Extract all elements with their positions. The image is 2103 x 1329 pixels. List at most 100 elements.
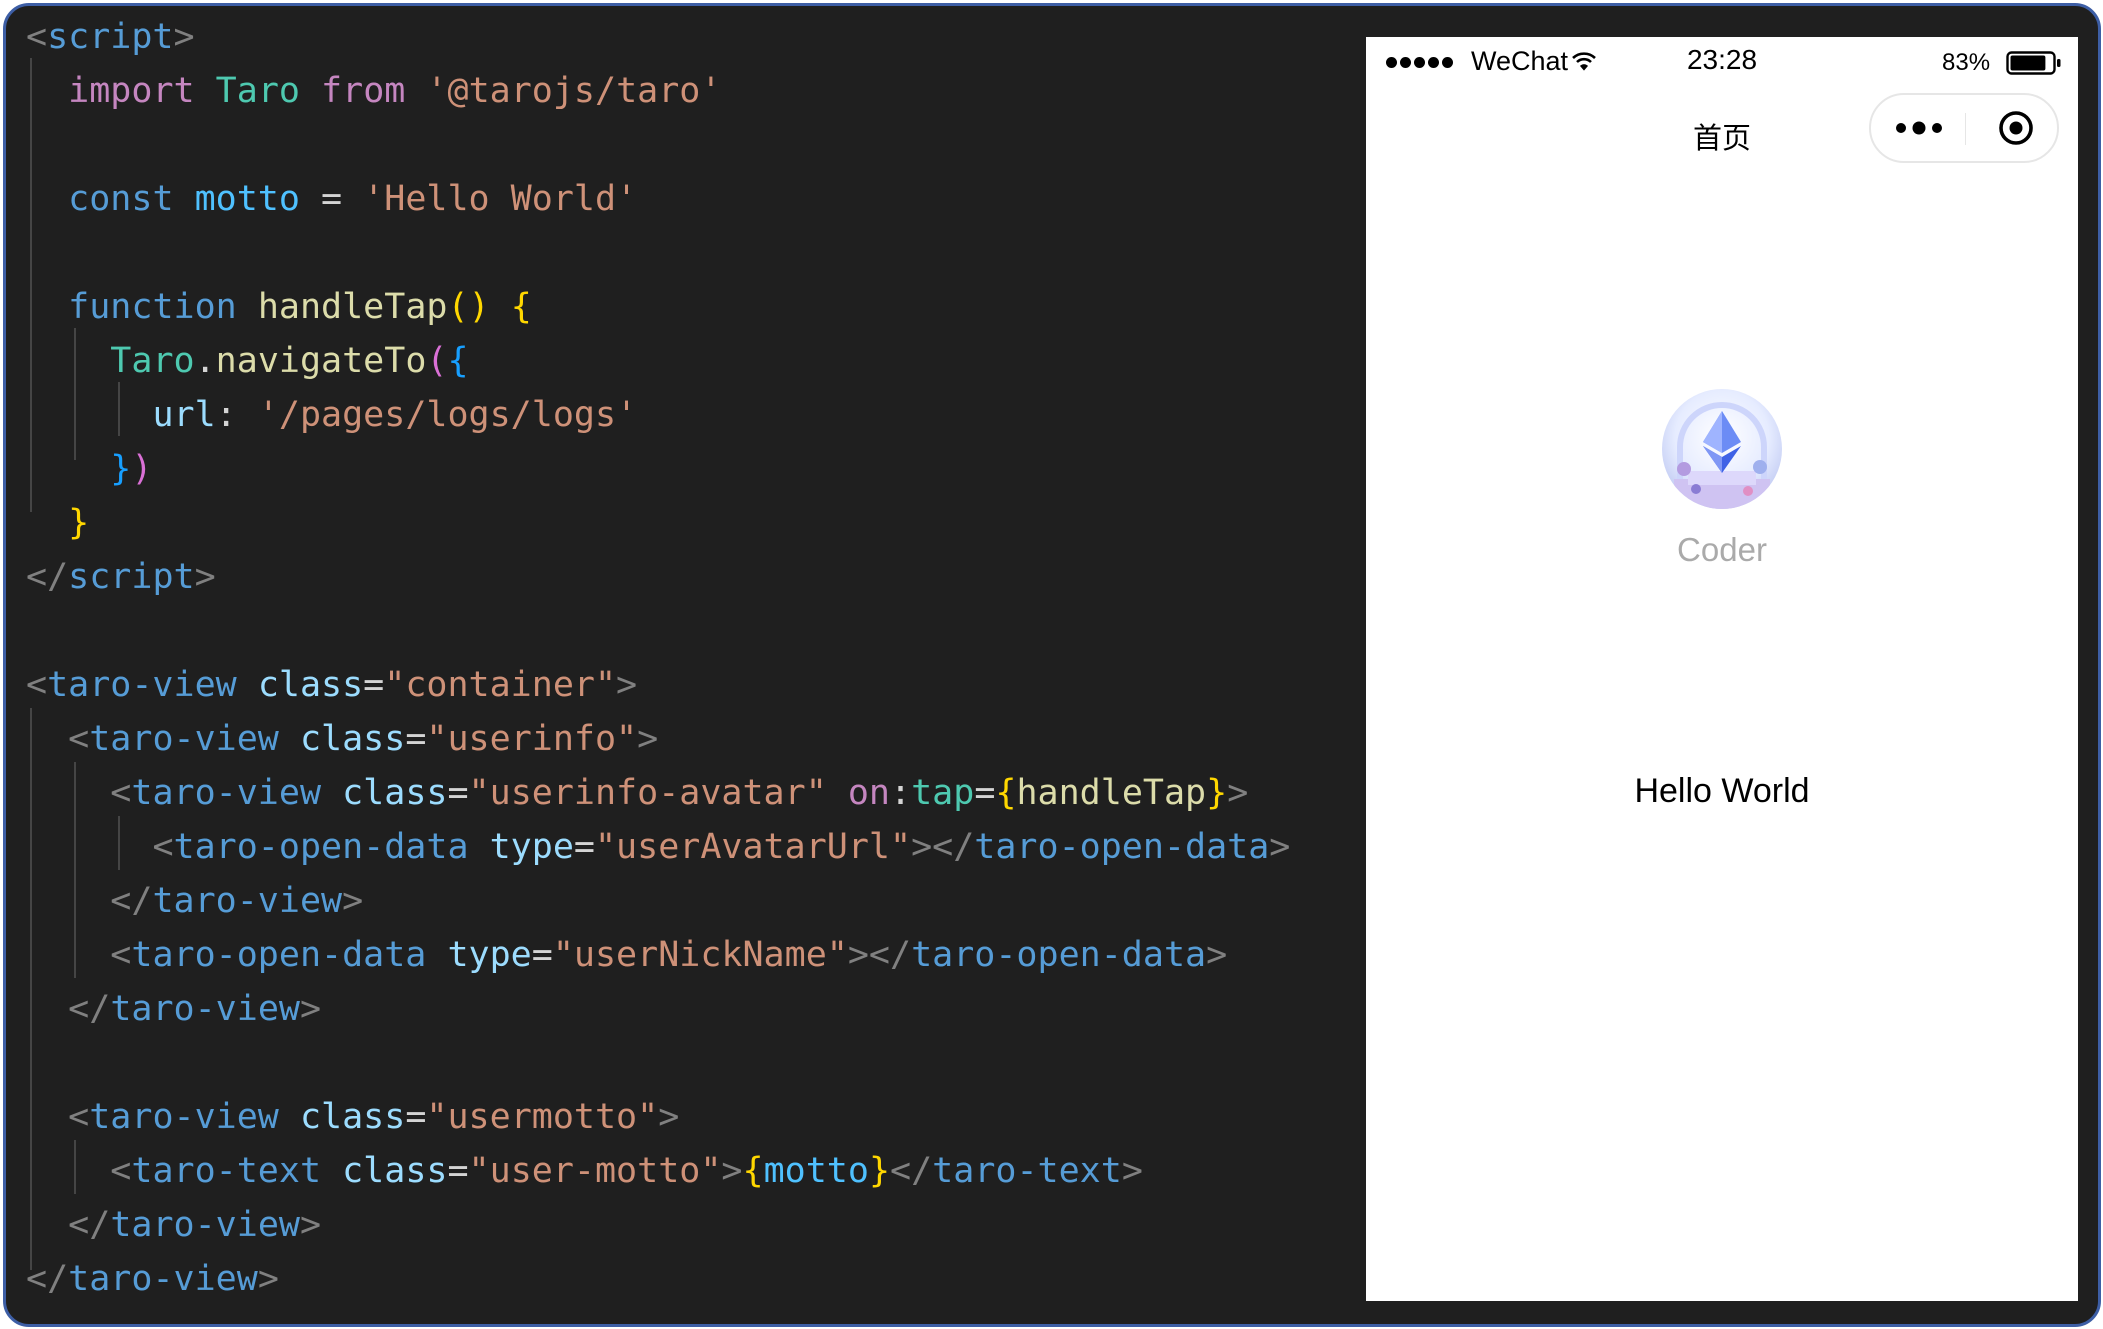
code-line[interactable]: </taro-view> [26, 1198, 321, 1252]
code-line[interactable]: </script> [26, 550, 216, 604]
code-token: { [510, 287, 532, 327]
code-token: } [868, 1151, 891, 1191]
code-token: taro-view [89, 1097, 279, 1137]
code-line[interactable]: function handleTap() { [26, 280, 532, 334]
code-token: = [447, 1151, 469, 1191]
code-editor[interactable]: <script> import Taro from '@tarojs/taro'… [6, 6, 1361, 1324]
user-avatar[interactable] [1662, 389, 1782, 509]
code-token: > [299, 1205, 322, 1245]
code-token: </ [26, 1259, 69, 1299]
code-token: { [447, 341, 469, 381]
code-token: > [299, 989, 322, 1029]
code-token: motto [763, 1151, 869, 1191]
screenshot-frame: <script> import Taro from '@tarojs/taro'… [3, 3, 2101, 1327]
code-line[interactable]: const motto = 'Hello World' [26, 172, 637, 226]
code-token: > [1121, 1151, 1143, 1191]
code-token: > [257, 1259, 279, 1299]
code-line[interactable]: </taro-view> [26, 1252, 279, 1306]
code-token: taro-open-data [911, 935, 1207, 975]
code-token: taro-view [110, 989, 300, 1029]
code-token: </ [68, 989, 111, 1029]
code-line[interactable]: <taro-view class="container"> [26, 658, 637, 712]
code-token: () [447, 287, 490, 327]
code-token: </ [890, 1151, 933, 1191]
battery-percent: 83% [1942, 49, 1991, 76]
code-token: import [68, 71, 195, 111]
code-token: class [342, 1151, 448, 1191]
code-token: navigateTo [215, 341, 427, 381]
code-token: "container" [384, 665, 617, 705]
code-token: < [26, 17, 48, 57]
code-token: ( [426, 341, 448, 381]
code-token: : [215, 395, 258, 435]
code-token: : [890, 773, 912, 813]
code-token: from [321, 71, 406, 111]
user-nickname: Coder [1677, 531, 1767, 568]
code-line[interactable]: <taro-view class="userinfo"> [26, 712, 658, 766]
code-token: > [637, 719, 659, 759]
code-token: "usermotto" [426, 1097, 659, 1137]
code-line[interactable]: }) [26, 442, 152, 496]
code-token: > [616, 665, 638, 705]
code-token: ></ [911, 827, 975, 867]
code-token: type [447, 935, 532, 975]
code-line[interactable]: <taro-open-data type="userNickName"></ta… [26, 928, 1227, 982]
code-line[interactable]: } [26, 496, 89, 550]
code-token: } [110, 449, 132, 489]
code-token: function [68, 287, 237, 327]
code-token: </ [110, 881, 153, 921]
code-line[interactable]: </taro-view> [26, 982, 321, 1036]
code-token: handleTap [1016, 773, 1207, 813]
code-token: taro-view [152, 881, 343, 921]
code-token: ></ [847, 935, 912, 975]
code-line[interactable]: url: '/pages/logs/logs' [26, 388, 637, 442]
code-line[interactable]: <script> [26, 10, 195, 64]
code-line[interactable]: <taro-text class="user-motto">{motto}</t… [26, 1144, 1143, 1198]
code-token: . [194, 341, 216, 381]
code-token: = [573, 827, 595, 867]
code-line[interactable]: <taro-open-data type="userAvatarUrl"></t… [26, 820, 1290, 874]
code-token: > [1206, 935, 1228, 975]
code-token: taro-open-data [173, 827, 469, 867]
capsule-divider [1965, 113, 1966, 145]
code-token: < [110, 935, 132, 975]
code-token: } [1206, 773, 1228, 813]
code-token: taro-text [932, 1151, 1122, 1191]
code-token: = [299, 179, 364, 219]
code-token: < [110, 773, 132, 813]
code-token: type [489, 827, 574, 867]
code-token: "userinfo-avatar" [468, 773, 827, 813]
close-miniprogram-icon[interactable] [1998, 110, 2034, 146]
code-token: motto [194, 179, 300, 219]
code-token: > [658, 1097, 680, 1137]
code-token: script [68, 557, 195, 597]
code-token: = [531, 935, 553, 975]
code-token: Taro [215, 71, 300, 111]
more-icon[interactable] [1893, 117, 1945, 139]
code-token: = [974, 773, 996, 813]
code-line[interactable]: import Taro from '@tarojs/taro' [26, 64, 721, 118]
code-line[interactable]: </taro-view> [26, 874, 363, 928]
code-token: taro-view [110, 1205, 300, 1245]
code-line[interactable]: <taro-view class="usermotto"> [26, 1090, 679, 1144]
code-line[interactable]: <taro-view class="userinfo-avatar" on:ta… [26, 766, 1248, 820]
code-line[interactable]: Taro.navigateTo({ [26, 334, 469, 388]
code-token: handleTap [257, 287, 448, 327]
